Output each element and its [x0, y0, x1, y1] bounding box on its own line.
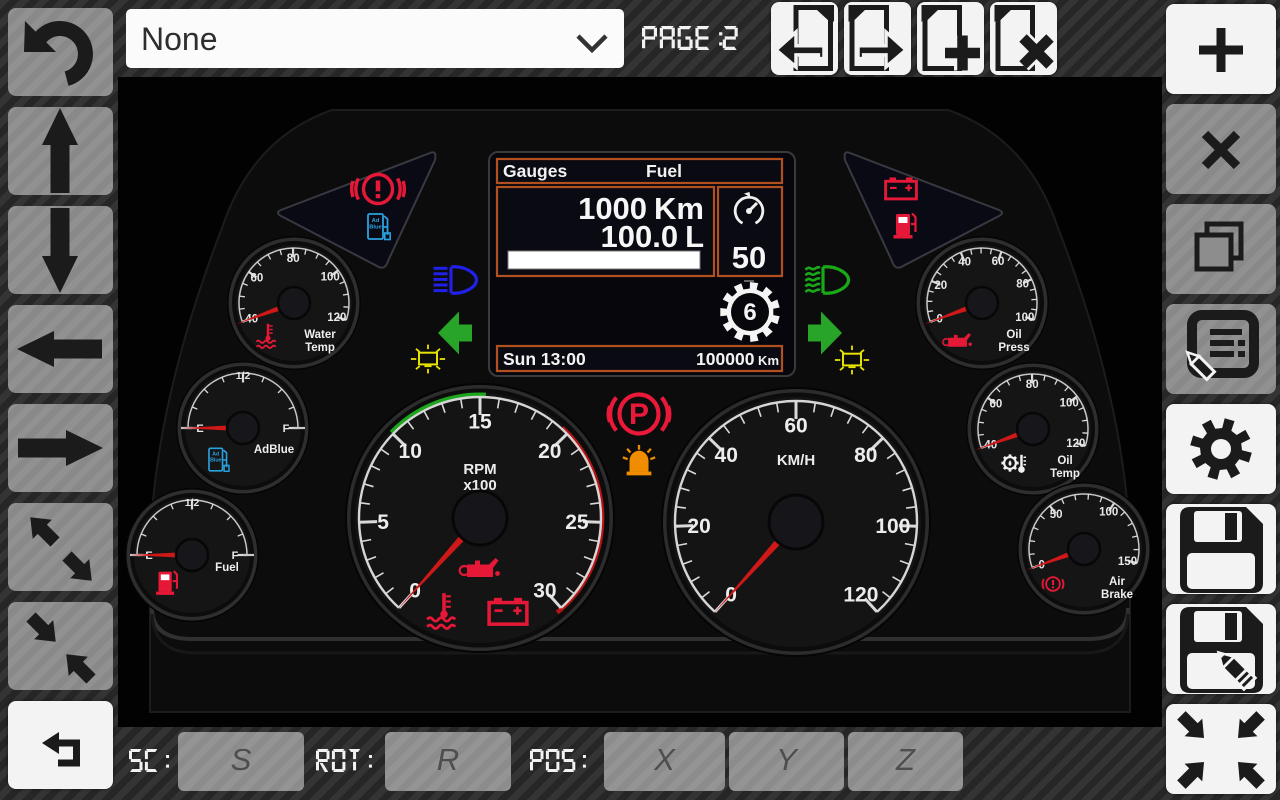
svg-text:20: 20	[934, 280, 947, 292]
svg-text:10: 10	[399, 440, 422, 463]
svg-text:80: 80	[854, 444, 877, 467]
svg-text:50: 50	[1050, 509, 1063, 521]
svg-text:40: 40	[715, 444, 738, 467]
svg-text:120: 120	[843, 584, 878, 607]
svg-text:Temp: Temp	[1050, 468, 1080, 480]
svg-text:80: 80	[1016, 279, 1029, 291]
svg-text:100.0L: 100.0L	[600, 219, 704, 254]
svg-text:F: F	[283, 423, 290, 435]
svg-text:KM/H: KM/H	[777, 452, 815, 469]
svg-text:60: 60	[251, 273, 264, 285]
svg-text:20: 20	[538, 440, 561, 463]
svg-text:80: 80	[1026, 379, 1039, 391]
svg-text:5: 5	[377, 511, 389, 534]
svg-text:Press: Press	[998, 342, 1029, 354]
svg-text:Brake: Brake	[1101, 589, 1133, 601]
svg-text:50: 50	[732, 240, 766, 275]
svg-text:Ad: Ad	[372, 218, 380, 224]
svg-text:Blue: Blue	[369, 225, 382, 231]
svg-text:Blue: Blue	[210, 457, 221, 463]
svg-text:Fuel: Fuel	[646, 161, 682, 181]
svg-text:60: 60	[784, 415, 807, 438]
svg-text:Temp: Temp	[305, 342, 335, 354]
svg-text:P: P	[629, 398, 649, 431]
svg-text:40: 40	[958, 257, 971, 269]
svg-text:Fuel: Fuel	[215, 562, 239, 574]
svg-text:F: F	[232, 550, 239, 562]
svg-text:6: 6	[743, 299, 756, 326]
svg-text:120: 120	[1066, 438, 1085, 450]
svg-text:100: 100	[1099, 507, 1118, 519]
svg-text:100: 100	[1015, 312, 1034, 324]
svg-text:30: 30	[533, 580, 556, 603]
svg-text:20: 20	[687, 515, 710, 538]
svg-text:100: 100	[321, 271, 340, 283]
svg-text:1/2: 1/2	[236, 370, 251, 382]
svg-text:60: 60	[992, 256, 1005, 268]
svg-text:150: 150	[1118, 556, 1137, 568]
svg-text:15: 15	[468, 411, 492, 434]
svg-text:25: 25	[565, 511, 589, 534]
svg-text:60: 60	[990, 399, 1003, 411]
svg-text:AdBlue: AdBlue	[254, 444, 294, 456]
svg-text:1/2: 1/2	[185, 497, 200, 509]
svg-text:Oil: Oil	[1006, 329, 1021, 341]
svg-text:100: 100	[1060, 397, 1079, 409]
svg-text:Gauges: Gauges	[503, 161, 567, 181]
svg-text:RPM: RPM	[463, 461, 496, 478]
svg-text:Air: Air	[1109, 576, 1126, 588]
svg-text:80: 80	[287, 253, 300, 265]
svg-text:Oil: Oil	[1057, 455, 1072, 467]
svg-text:Water: Water	[304, 329, 336, 341]
svg-text:120: 120	[327, 312, 346, 324]
svg-text:Sun 13:00: Sun 13:00	[503, 349, 586, 369]
svg-text:100: 100	[875, 515, 910, 538]
